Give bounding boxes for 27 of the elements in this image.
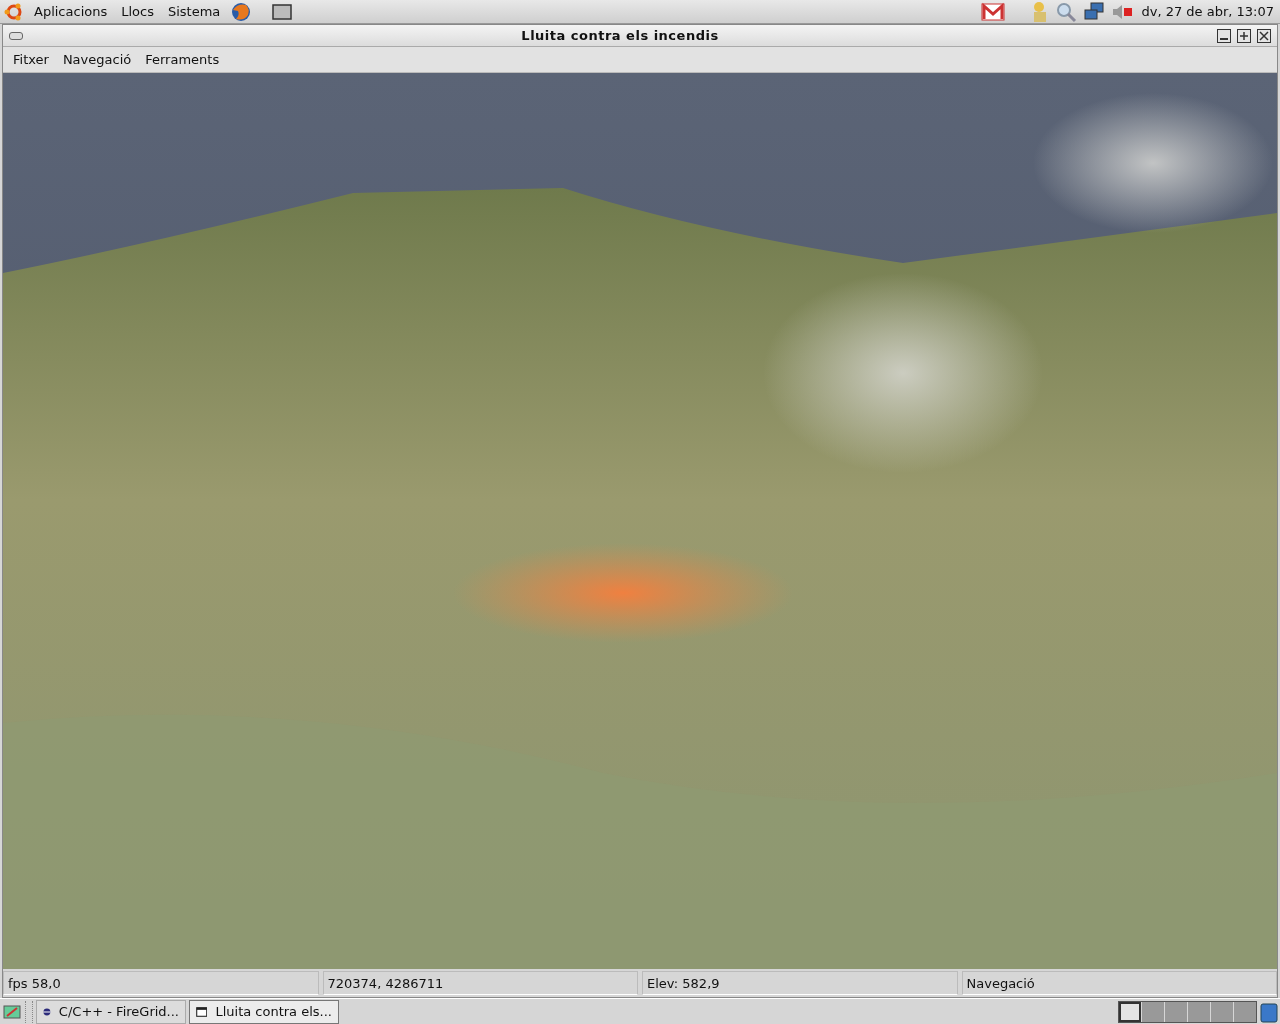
- taskbar-button[interactable]: C/C++ - FireGrid...: [36, 999, 186, 1024]
- trash-icon[interactable]: [1260, 1000, 1278, 1023]
- status-field: Navegació: [961, 971, 1277, 996]
- minimize-icon[interactable]: [1217, 28, 1231, 43]
- workspace[interactable]: [1119, 1001, 1141, 1022]
- menu-item[interactable]: Navegació: [56, 52, 138, 68]
- panel-menu[interactable]: Sistema: [163, 4, 225, 20]
- close-icon[interactable]: [1257, 28, 1271, 43]
- mail-icon[interactable]: [981, 1, 1006, 22]
- window-title: Lluita contra els incendis: [520, 28, 720, 44]
- panel-menu[interactable]: Aplicacions: [30, 4, 112, 20]
- network-icon[interactable]: [1083, 1, 1106, 22]
- panel-menu[interactable]: Llocs: [117, 4, 158, 20]
- desktop-icon[interactable]: [272, 3, 293, 20]
- status-field: 720374, 4286711: [322, 971, 638, 996]
- search-icon[interactable]: [1055, 0, 1078, 23]
- window-menu-button[interactable]: [9, 31, 23, 40]
- globe-icon[interactable]: [230, 0, 253, 23]
- menu-item[interactable]: Ferraments: [139, 52, 226, 68]
- taskbar-button[interactable]: Lluita contra els...: [189, 999, 339, 1024]
- menu-item[interactable]: Fitxer: [7, 52, 55, 68]
- status-field: fps 58,0: [3, 971, 319, 996]
- ubuntu-logo-icon[interactable]: [4, 1, 24, 22]
- status-field: Elev: 582,9: [642, 971, 958, 996]
- maximize-icon[interactable]: [1237, 28, 1251, 43]
- speaker-muted-icon[interactable]: [1111, 2, 1134, 21]
- clock[interactable]: dv, 27 de abr, 13:07: [1139, 4, 1276, 20]
